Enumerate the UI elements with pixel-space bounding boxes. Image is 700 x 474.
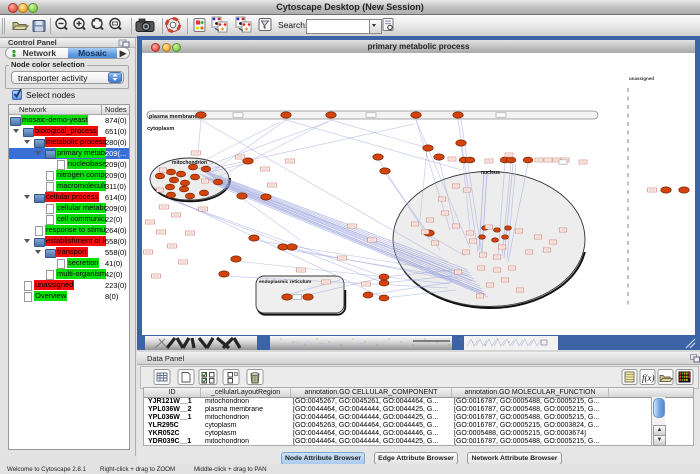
svg-text:plasma membrane: plasma membrane [149, 114, 197, 120]
svg-text:f(x): f(x) [642, 373, 655, 383]
svg-text:nucleus: nucleus [481, 170, 500, 176]
svg-text:endoplasmic reticulum: endoplasmic reticulum [259, 279, 311, 285]
svg-text:cytoplasm: cytoplasm [147, 126, 174, 132]
svg-text:unassigned: unassigned [629, 76, 654, 81]
